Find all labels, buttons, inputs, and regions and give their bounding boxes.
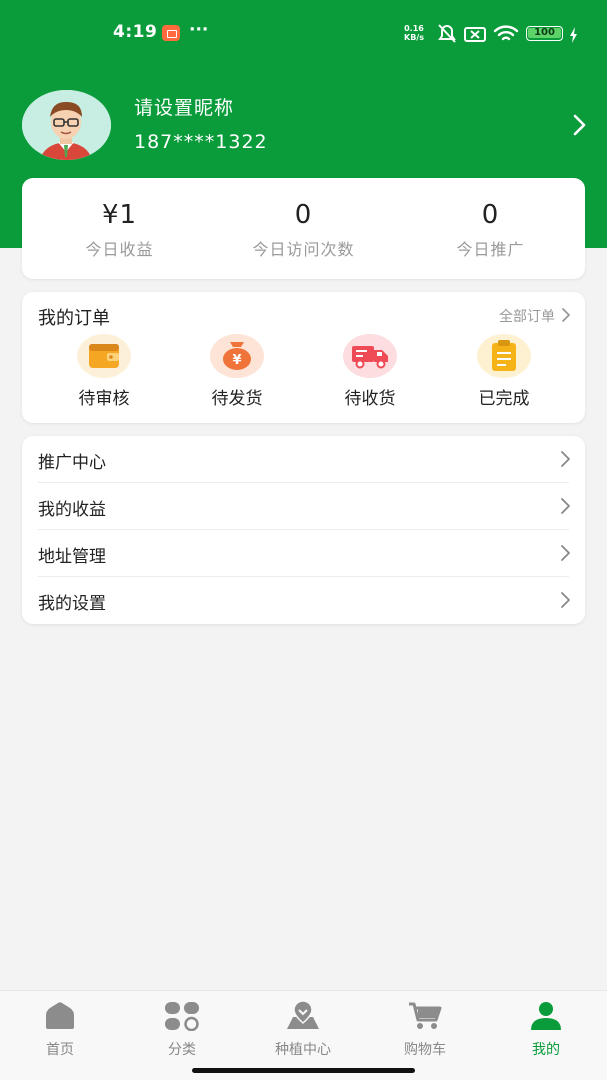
battery-icon: 100 <box>526 26 563 41</box>
menu-item-label: 我的设置 <box>38 594 106 614</box>
category-icon <box>165 1002 199 1032</box>
tab-home[interactable]: 首页 <box>10 1001 110 1059</box>
chevron-right-icon <box>561 592 570 608</box>
truck-icon <box>343 334 397 378</box>
order-completed[interactable]: 已完成 <box>444 334 564 409</box>
home-indicator <box>192 1068 415 1073</box>
chevron-right-icon[interactable] <box>568 112 590 138</box>
cart-icon <box>409 1002 442 1029</box>
home-icon <box>46 1002 74 1029</box>
network-speed-value: 0.16 <box>404 24 424 33</box>
order-label: 已完成 <box>478 389 530 409</box>
chevron-right-icon <box>561 545 570 561</box>
menu-item-promotion-center[interactable]: 推广中心 <box>22 436 585 483</box>
wallet-icon <box>77 334 131 378</box>
menu-item-label: 我的收益 <box>38 500 106 520</box>
user-icon <box>531 1002 561 1030</box>
all-orders-link[interactable]: 全部订单 <box>499 306 555 326</box>
tab-category[interactable]: 分类 <box>132 1001 232 1059</box>
tab-mine[interactable]: 我的 <box>496 1001 596 1059</box>
stat-label: 今日收益 <box>85 240 154 259</box>
menu-item-my-earnings[interactable]: 我的收益 <box>22 483 585 530</box>
my-orders-card: 我的订单 全部订单 待审核 ¥ 待发货 待收货 已完成 <box>22 292 585 423</box>
orders-title: 我的订单 <box>38 308 110 329</box>
stat-value: 0 <box>294 200 313 230</box>
menu-item-label: 地址管理 <box>38 547 106 567</box>
money-bag-icon: ¥ <box>210 334 264 378</box>
wifi-icon <box>493 25 519 41</box>
chevron-right-icon[interactable] <box>561 307 571 323</box>
order-label: 待审核 <box>78 389 130 409</box>
phone-number: 187****1322 <box>134 131 268 153</box>
menu-item-my-settings[interactable]: 我的设置 <box>22 577 585 624</box>
stat-label: 今日推广 <box>456 240 525 259</box>
bottom-tab-bar: 首页 分类 种植中心 购物车 我的 <box>0 990 607 1080</box>
stat-today-visits[interactable]: 0 今日访问次数 <box>210 178 397 260</box>
tab-label: 种植中心 <box>275 1042 331 1058</box>
stat-label: 今日访问次数 <box>252 240 355 259</box>
menu-item-address-management[interactable]: 地址管理 <box>22 530 585 577</box>
tab-planting-center[interactable]: 种植中心 <box>253 1000 353 1059</box>
network-speed: 0.16 KB/s <box>404 24 424 42</box>
menu-item-label: 推广中心 <box>38 453 106 473</box>
more-notifications-icon: ··· <box>189 20 209 40</box>
stat-value: 0 <box>481 200 500 230</box>
network-speed-unit: KB/s <box>404 33 424 42</box>
order-pending-shipment[interactable]: ¥ 待发货 <box>177 334 297 409</box>
order-pending-receipt[interactable]: 待收货 <box>310 334 430 409</box>
chevron-right-icon <box>561 451 570 467</box>
map-pin-icon <box>287 1000 319 1029</box>
stat-value: ¥1 <box>101 200 138 230</box>
mute-bell-icon <box>438 24 456 43</box>
status-time: 4:19 <box>113 22 158 42</box>
avatar-illustration <box>22 90 111 160</box>
order-pending-review[interactable]: 待审核 <box>44 334 164 409</box>
tab-label: 分类 <box>168 1042 196 1058</box>
no-sim-icon <box>464 27 486 42</box>
chevron-right-icon <box>561 498 570 514</box>
today-stats-card: ¥1 今日收益 0 今日访问次数 0 今日推广 <box>22 178 585 279</box>
tab-cart[interactable]: 购物车 <box>375 1001 475 1059</box>
tab-label: 购物车 <box>404 1042 446 1058</box>
tab-label: 首页 <box>46 1042 74 1058</box>
nickname[interactable]: 请设置昵称 <box>134 93 234 120</box>
avatar[interactable] <box>22 90 111 160</box>
stat-today-promotion[interactable]: 0 今日推广 <box>397 178 584 260</box>
order-label: 待收货 <box>344 389 396 409</box>
app-notification-icon <box>162 25 180 41</box>
clipboard-icon <box>477 334 531 378</box>
svg-text:¥: ¥ <box>232 353 241 368</box>
order-label: 待发货 <box>211 389 263 409</box>
status-bar: 4:19 ··· 0.16 KB/s 100 <box>0 0 607 66</box>
stat-today-earnings[interactable]: ¥1 今日收益 <box>26 178 213 260</box>
battery-level: 100 <box>528 28 561 38</box>
menu-list-card: 推广中心 我的收益 地址管理 我的设置 <box>22 436 585 624</box>
tab-label: 我的 <box>532 1042 560 1058</box>
charging-icon <box>570 27 577 43</box>
